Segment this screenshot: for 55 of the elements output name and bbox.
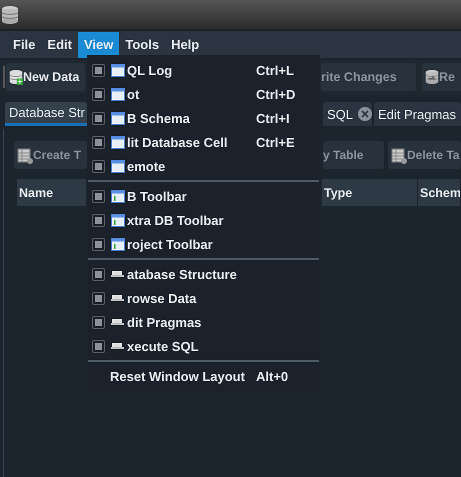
menu-item[interactable]: emote: [87, 154, 320, 178]
database-icon: [425, 69, 439, 85]
checkbox[interactable]: [92, 238, 105, 250]
column-header[interactable]: Schem: [418, 179, 461, 206]
checkbox[interactable]: [92, 214, 105, 226]
menu-item[interactable]: dit Pragmas: [87, 310, 320, 334]
tab[interactable]: SQL: [323, 102, 372, 126]
menu-item[interactable]: QL Log Ctrl+L: [87, 58, 320, 82]
window-icon: [111, 112, 125, 124]
menu-item[interactable]: Reset Window Layout Alt+0: [87, 364, 320, 388]
menu-item[interactable]: xtra DB Toolbar: [87, 208, 320, 232]
checkbox[interactable]: [92, 136, 105, 148]
table-icon: [17, 146, 33, 164]
menu-item[interactable]: xecute SQL: [87, 334, 320, 358]
database-icon: [1, 4, 19, 24]
toolbar-icon: [111, 238, 125, 250]
window-icon: [111, 64, 125, 76]
checkbox[interactable]: [92, 292, 105, 304]
toolbar-button[interactable]: New Data: [6, 63, 85, 91]
toolbar-button[interactable]: Re: [422, 63, 461, 91]
menu-item[interactable]: lit Database Cell Ctrl+E: [87, 130, 320, 154]
window-icon: [111, 88, 125, 100]
table-icon: [391, 146, 407, 164]
menu[interactable]: File: [7, 32, 42, 58]
menu[interactable]: Help: [165, 32, 206, 58]
checkbox[interactable]: [92, 316, 105, 328]
menu[interactable]: Tools: [119, 32, 166, 58]
tab[interactable]: Edit Pragmas: [374, 102, 461, 126]
checkbox[interactable]: [92, 340, 105, 352]
checkbox[interactable]: [92, 190, 105, 202]
menu[interactable]: Edit: [41, 32, 78, 58]
checkbox[interactable]: [92, 88, 105, 100]
toolbar-button[interactable]: Delete Ta: [388, 141, 461, 169]
menu-item[interactable]: ot Ctrl+D: [87, 82, 320, 106]
new-database-icon: [9, 69, 23, 85]
toolbar-icon: [111, 190, 125, 202]
menu-item[interactable]: B Toolbar: [87, 184, 320, 208]
toolbar-button[interactable]: Create T: [14, 141, 87, 169]
menu-item[interactable]: rowse Data: [87, 286, 320, 310]
toolbar-icon: [111, 214, 125, 226]
toolbar-button[interactable]: rite Changes: [321, 63, 416, 91]
menu-item[interactable]: roject Toolbar: [87, 232, 320, 256]
checkbox[interactable]: [92, 64, 105, 76]
close-icon[interactable]: [358, 107, 372, 121]
window-icon: [111, 160, 125, 172]
column-header[interactable]: Name: [17, 179, 87, 206]
checkbox[interactable]: [92, 268, 105, 280]
checkbox[interactable]: [92, 160, 105, 172]
tab[interactable]: Database Str: [5, 102, 87, 126]
window-icon: [111, 136, 125, 148]
menu-item[interactable]: atabase Structure: [87, 262, 320, 286]
column-header[interactable]: Type: [322, 179, 418, 206]
checkbox[interactable]: [92, 112, 105, 124]
toolbar-button[interactable]: y Table: [323, 141, 384, 169]
menu-item[interactable]: B Schema Ctrl+I: [87, 106, 320, 130]
